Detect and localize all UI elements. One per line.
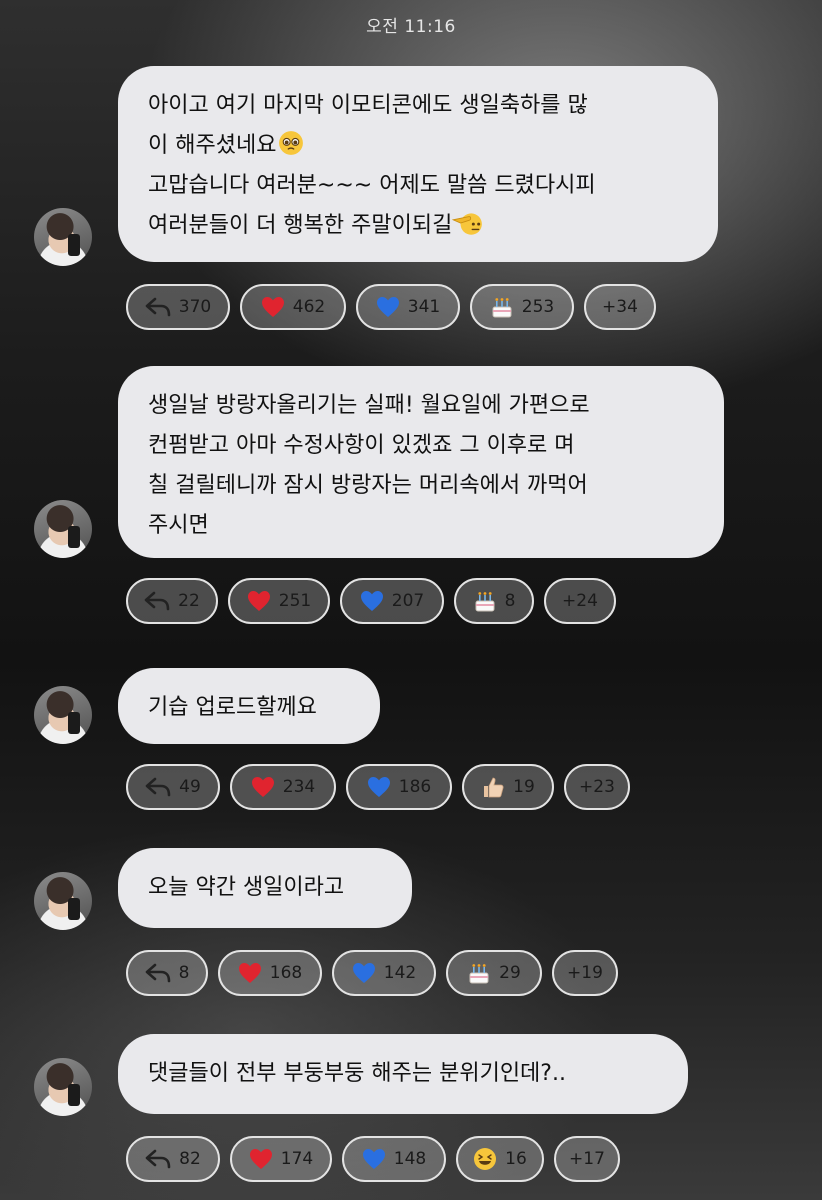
blue-heart-icon	[360, 590, 384, 612]
reaction-count: 253	[521, 297, 555, 317]
more-count: +19	[567, 963, 603, 983]
reaction-heart[interactable]: 174	[230, 1136, 332, 1182]
avatar[interactable]	[34, 500, 92, 558]
blue-heart-icon	[362, 1148, 386, 1170]
more-count: +17	[569, 1149, 605, 1169]
reaction-count: 29	[499, 963, 521, 983]
message-bubble[interactable]: 아이고 여기 마지막 이모티콘에도 생일축하를 많 이 해주셨네요 고맙습니다 …	[118, 66, 718, 262]
reaction-heart[interactable]: 168	[218, 950, 322, 996]
more-reactions-button[interactable]: +19	[552, 950, 618, 996]
thumbs-up-icon	[481, 775, 505, 799]
message-text: 아이고 여기 마지막 이모티콘에도 생일축하를 많 이 해주셨네요	[148, 93, 588, 158]
pleading-face-icon	[276, 130, 306, 156]
message-bubble[interactable]: 댓글들이 전부 부둥부둥 해주는 분위기인데?..	[118, 1034, 688, 1114]
birthday-cake-icon	[490, 295, 514, 319]
reaction-blue-heart[interactable]: 341	[356, 284, 460, 330]
message-bubble[interactable]: 기습 업로드할께요	[118, 668, 380, 744]
reply-arrow-icon	[145, 1149, 171, 1169]
reaction-blue-heart[interactable]: 148	[342, 1136, 446, 1182]
more-reactions-button[interactable]: +24	[544, 578, 616, 624]
reaction-count: 8	[504, 591, 516, 611]
reply-button[interactable]: 49	[126, 764, 220, 810]
reaction-blue-heart[interactable]: 142	[332, 950, 436, 996]
reply-arrow-icon	[145, 297, 171, 317]
reaction-count: 462	[292, 297, 326, 317]
reaction-blue-heart[interactable]: 186	[346, 764, 452, 810]
reaction-heart[interactable]: 462	[240, 284, 346, 330]
reply-count: 370	[178, 297, 212, 317]
reaction-blue-heart[interactable]: 207	[340, 578, 444, 624]
avatar[interactable]	[34, 1058, 92, 1116]
reply-button[interactable]: 370	[126, 284, 230, 330]
reply-count: 8	[178, 963, 190, 983]
red-heart-icon	[249, 1148, 273, 1170]
reply-button[interactable]: 82	[126, 1136, 220, 1182]
reply-button[interactable]: 8	[126, 950, 208, 996]
reaction-count: 148	[393, 1149, 427, 1169]
message-text: 댓글들이 전부 부둥부둥 해주는 분위기인데?..	[148, 1061, 566, 1086]
more-reactions-button[interactable]: +23	[564, 764, 630, 810]
reaction-count: 251	[278, 591, 312, 611]
laughing-face-icon	[473, 1147, 497, 1171]
red-heart-icon	[251, 776, 275, 798]
reply-arrow-icon	[144, 591, 170, 611]
avatar[interactable]	[34, 208, 92, 266]
red-heart-icon	[238, 962, 262, 984]
reaction-count: 142	[383, 963, 417, 983]
reaction-thumbs-up[interactable]: 19	[462, 764, 554, 810]
red-heart-icon	[247, 590, 271, 612]
message-text: 오늘 약간 생일이라고	[148, 875, 345, 900]
reply-arrow-icon	[145, 777, 171, 797]
avatar[interactable]	[34, 872, 92, 930]
reaction-cake[interactable]: 29	[446, 950, 542, 996]
reaction-count: 234	[282, 777, 316, 797]
more-count: +23	[579, 777, 615, 797]
reply-count: 22	[178, 591, 200, 611]
reaction-count: 174	[280, 1149, 314, 1169]
message-bubble[interactable]: 생일날 방랑자올리기는 실패! 월요일에 가편으로 컨펌받고 아마 수정사항이 …	[118, 366, 724, 558]
reaction-count: 16	[505, 1149, 527, 1169]
reaction-cake[interactable]: 8	[454, 578, 534, 624]
birthday-cake-icon	[473, 589, 497, 613]
more-count: +24	[562, 591, 598, 611]
birthday-cake-icon	[467, 961, 491, 985]
reaction-heart[interactable]: 251	[228, 578, 330, 624]
reaction-cake[interactable]: 253	[470, 284, 574, 330]
reply-arrow-icon	[145, 963, 171, 983]
reply-button[interactable]: 22	[126, 578, 218, 624]
reaction-count: 207	[391, 591, 425, 611]
reply-count: 82	[179, 1149, 201, 1169]
message-text: 생일날 방랑자올리기는 실패! 월요일에 가편으로 컨펌받고 아마 수정사항이 …	[148, 393, 590, 538]
more-count: +34	[602, 297, 638, 317]
message-text-cont: 고맙습니다 여러분~~~ 어제도 말씀 드렸다시피 여러분들이 더 행복한 주말…	[148, 173, 596, 238]
message-text: 기습 업로드할께요	[148, 695, 317, 720]
reaction-laugh[interactable]: 16	[456, 1136, 544, 1182]
avatar[interactable]	[34, 686, 92, 744]
blue-heart-icon	[367, 776, 391, 798]
more-reactions-button[interactable]: +17	[554, 1136, 620, 1182]
reply-count: 49	[179, 777, 201, 797]
blue-heart-icon	[376, 296, 400, 318]
reaction-count: 19	[513, 777, 535, 797]
red-heart-icon	[261, 296, 285, 318]
reaction-count: 186	[398, 777, 432, 797]
reaction-count: 341	[407, 297, 441, 317]
reaction-count: 168	[269, 963, 303, 983]
blue-heart-icon	[352, 962, 376, 984]
reaction-heart[interactable]: 234	[230, 764, 336, 810]
more-reactions-button[interactable]: +34	[584, 284, 656, 330]
saluting-face-icon	[452, 210, 484, 236]
message-bubble[interactable]: 오늘 약간 생일이라고	[118, 848, 412, 928]
status-time: 오전 11:16	[366, 17, 456, 37]
